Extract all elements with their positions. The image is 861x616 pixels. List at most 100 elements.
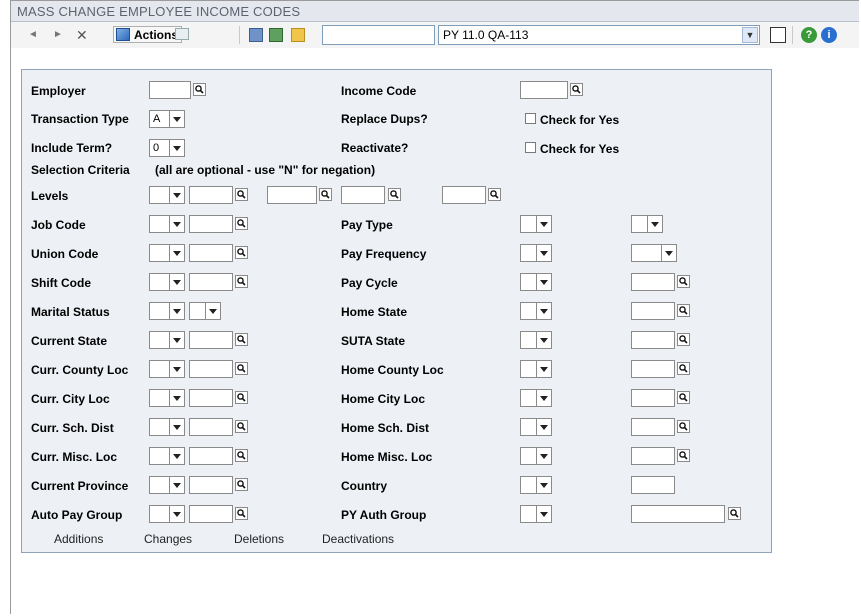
shift-code-input[interactable] bbox=[189, 273, 233, 291]
current-province-search-icon[interactable] bbox=[235, 478, 248, 491]
prev-arrow-icon[interactable]: ◄ bbox=[28, 29, 38, 40]
deactivations-link[interactable]: Deactivations bbox=[322, 532, 394, 546]
current-province-operator-select[interactable] bbox=[149, 476, 185, 494]
job-code-operator-select[interactable] bbox=[149, 215, 185, 233]
shift-code-operator-select[interactable] bbox=[149, 273, 185, 291]
transaction-type-select[interactable]: A bbox=[149, 110, 185, 128]
curr-city-loc-search-icon[interactable] bbox=[235, 391, 248, 404]
environment-select[interactable]: PY 11.0 QA-113 ▼ bbox=[438, 25, 760, 45]
level-1-input[interactable] bbox=[189, 186, 233, 204]
shift-code-label: Shift Code bbox=[31, 276, 91, 290]
curr-sch-dist-operator-select[interactable] bbox=[149, 418, 185, 436]
income-code-input[interactable] bbox=[520, 81, 568, 99]
mail-icon[interactable] bbox=[269, 28, 283, 42]
suta-state-input[interactable] bbox=[631, 331, 675, 349]
pay-frequency-operator-select[interactable] bbox=[520, 244, 552, 262]
home-state-operator-select[interactable] bbox=[520, 302, 552, 320]
curr-city-loc-input[interactable] bbox=[189, 389, 233, 407]
curr-county-loc-search-icon[interactable] bbox=[235, 362, 248, 375]
folder-icon[interactable] bbox=[291, 28, 305, 42]
job-code-search-icon[interactable] bbox=[235, 217, 248, 230]
pay-cycle-input[interactable] bbox=[631, 273, 675, 291]
home-sch-dist-search-icon[interactable] bbox=[677, 420, 690, 433]
auto-pay-group-search-icon[interactable] bbox=[235, 507, 248, 520]
employer-search-icon[interactable] bbox=[193, 83, 206, 96]
copy-icon[interactable] bbox=[249, 28, 263, 42]
marital-status-select[interactable] bbox=[189, 302, 221, 320]
suta-state-operator-select[interactable] bbox=[520, 331, 552, 349]
curr-county-loc-operator-select[interactable] bbox=[149, 360, 185, 378]
country-input[interactable] bbox=[631, 476, 675, 494]
current-state-search-icon[interactable] bbox=[235, 333, 248, 346]
union-code-input[interactable] bbox=[189, 244, 233, 262]
next-arrow-icon[interactable]: ► bbox=[53, 29, 63, 40]
print-icon[interactable] bbox=[175, 28, 189, 40]
levels-operator-select[interactable] bbox=[149, 186, 185, 204]
curr-city-loc-operator-select[interactable] bbox=[149, 389, 185, 407]
pay-cycle-operator-select[interactable] bbox=[520, 273, 552, 291]
level-4-search-icon[interactable] bbox=[488, 188, 501, 201]
curr-sch-dist-search-icon[interactable] bbox=[235, 420, 248, 433]
curr-county-loc-input[interactable] bbox=[189, 360, 233, 378]
changes-link[interactable]: Changes bbox=[144, 532, 192, 546]
home-misc-loc-operator-select[interactable] bbox=[520, 447, 552, 465]
employer-input[interactable] bbox=[149, 81, 191, 99]
home-city-loc-search-icon[interactable] bbox=[677, 391, 690, 404]
toolbar-search-input[interactable] bbox=[322, 25, 435, 45]
curr-misc-loc-search-icon[interactable] bbox=[235, 449, 248, 462]
actions-button[interactable]: Actions bbox=[113, 26, 183, 43]
exit-icon[interactable] bbox=[770, 27, 786, 43]
home-sch-dist-input[interactable] bbox=[631, 418, 675, 436]
curr-sch-dist-input[interactable] bbox=[189, 418, 233, 436]
pay-cycle-search-icon[interactable] bbox=[677, 275, 690, 288]
home-city-loc-operator-select[interactable] bbox=[520, 389, 552, 407]
country-operator-select[interactable] bbox=[520, 476, 552, 494]
level-3-search-icon[interactable] bbox=[388, 188, 401, 201]
curr-misc-loc-operator-select[interactable] bbox=[149, 447, 185, 465]
current-province-input[interactable] bbox=[189, 476, 233, 494]
replace-dups-checkbox[interactable] bbox=[525, 113, 536, 124]
marital-status-operator-select[interactable] bbox=[149, 302, 185, 320]
income-code-search-icon[interactable] bbox=[570, 83, 583, 96]
close-icon[interactable]: ✕ bbox=[76, 27, 88, 44]
help-icon[interactable]: ? bbox=[801, 27, 817, 43]
include-term-select[interactable]: 0 bbox=[149, 139, 185, 157]
py-auth-group-search-icon[interactable] bbox=[728, 507, 741, 520]
job-code-input[interactable] bbox=[189, 215, 233, 233]
level-4-input[interactable] bbox=[442, 186, 486, 204]
home-city-loc-input[interactable] bbox=[631, 389, 675, 407]
pay-type-select[interactable] bbox=[631, 215, 663, 233]
auto-pay-group-input[interactable] bbox=[189, 505, 233, 523]
home-county-loc-input[interactable] bbox=[631, 360, 675, 378]
home-county-loc-operator-select[interactable] bbox=[520, 360, 552, 378]
reactivate-checkbox[interactable] bbox=[525, 142, 536, 153]
home-misc-loc-search-icon[interactable] bbox=[677, 449, 690, 462]
income-code-label: Income Code bbox=[341, 84, 417, 98]
py-auth-group-operator-select[interactable] bbox=[520, 505, 552, 523]
suta-state-search-icon[interactable] bbox=[677, 333, 690, 346]
current-province-label: Current Province bbox=[31, 479, 129, 493]
union-code-operator-select[interactable] bbox=[149, 244, 185, 262]
py-auth-group-input[interactable] bbox=[631, 505, 725, 523]
pay-frequency-select[interactable] bbox=[631, 244, 677, 262]
level-1-search-icon[interactable] bbox=[235, 188, 248, 201]
home-sch-dist-operator-select[interactable] bbox=[520, 418, 552, 436]
home-state-search-icon[interactable] bbox=[677, 304, 690, 317]
toolbar: ◄ ► ✕ Actions PY 11.0 QA-113 ▼ ? i bbox=[11, 22, 859, 48]
shift-code-search-icon[interactable] bbox=[235, 275, 248, 288]
level-2-search-icon[interactable] bbox=[319, 188, 332, 201]
deletions-link[interactable]: Deletions bbox=[234, 532, 284, 546]
auto-pay-group-operator-select[interactable] bbox=[149, 505, 185, 523]
curr-misc-loc-input[interactable] bbox=[189, 447, 233, 465]
home-state-input[interactable] bbox=[631, 302, 675, 320]
level-2-input[interactable] bbox=[267, 186, 317, 204]
pay-type-operator-select[interactable] bbox=[520, 215, 552, 233]
home-misc-loc-input[interactable] bbox=[631, 447, 675, 465]
info-icon[interactable]: i bbox=[821, 27, 837, 43]
current-state-input[interactable] bbox=[189, 331, 233, 349]
additions-link[interactable]: Additions bbox=[54, 532, 103, 546]
union-code-search-icon[interactable] bbox=[235, 246, 248, 259]
level-3-input[interactable] bbox=[341, 186, 385, 204]
home-county-loc-search-icon[interactable] bbox=[677, 362, 690, 375]
current-state-operator-select[interactable] bbox=[149, 331, 185, 349]
